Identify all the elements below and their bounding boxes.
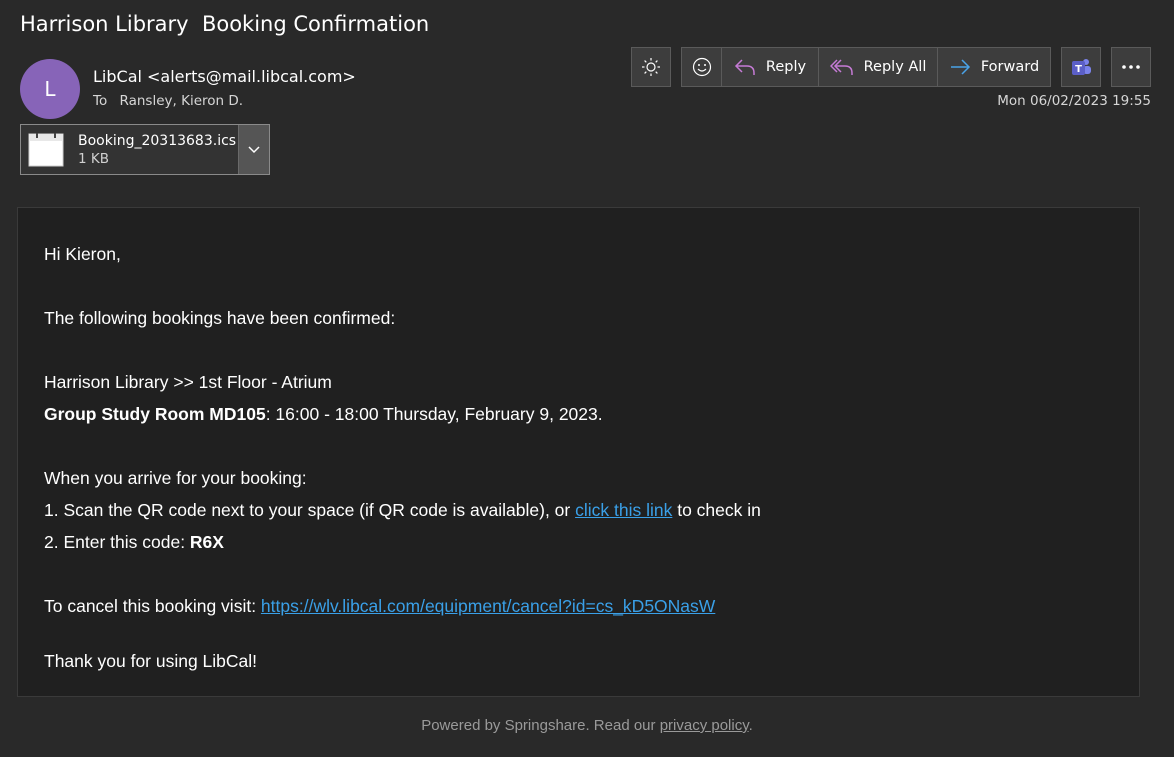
message-body: Hi Kieron, The following bookings have b… [17,207,1140,697]
forward-label: Forward [980,59,1040,75]
step-one: 1. Scan the QR code next to your space (… [44,500,761,521]
check-in-code: R6X [189,532,224,552]
greeting-text: Hi Kieron, [44,244,121,264]
avatar-initial: L [44,77,56,101]
forward-arrow-icon [950,59,970,75]
more-actions-button[interactable] [1111,47,1151,87]
thanks-text: Thank you for using LibCal! [44,651,258,671]
email-subject: Harrison Library Booking Confirmation [20,12,430,36]
step-two: 2. Enter this code: R6X [44,532,224,553]
chevron-down-icon [248,145,260,153]
respond-toolbar: Reply Reply All Forward [681,47,1051,87]
cancel-text: To cancel this booking visit: [44,596,261,616]
reply-all-icon [829,59,853,75]
theme-toggle-button[interactable] [631,47,671,87]
booking-time: : 16:00 - 18:00 Thursday, February 9, 20… [265,404,603,424]
recipient-line: To Ransley, Kieron D. [93,93,243,109]
cancel-line: To cancel this booking visit: https://wl… [44,596,715,617]
step-one-text: 1. Scan the QR code next to your space (… [44,500,576,520]
booking-details: Group Study Room MD105: 16:00 - 18:00 Th… [44,404,603,425]
footer-end: . [748,717,753,734]
reply-all-button[interactable]: Reply All [819,48,938,86]
sender-name[interactable]: LibCal <alerts@mail.libcal.com> [93,67,356,86]
teams-button[interactable]: T [1061,47,1101,87]
room-name: Group Study Room MD105 [44,404,266,424]
attachment-name: Booking_20313683.ics [78,132,237,149]
attachment-card[interactable]: Booking_20313683.ics 1 KB [20,124,270,175]
reply-all-label: Reply All [863,59,927,75]
attachment-size: 1 KB [78,150,109,167]
message-header: Harrison Library Booking Confirmation L … [0,0,1174,185]
more-options-icon [1122,65,1140,69]
step-two-text: 2. Enter this code: [44,532,190,552]
recipient-name[interactable]: Ransley, Kieron D. [120,93,244,109]
attachment-menu-button[interactable] [238,125,269,174]
intro-text: The following bookings have been confirm… [44,308,396,328]
privacy-policy-link[interactable]: privacy policy [660,717,749,734]
cancel-link[interactable]: https://wlv.libcal.com/equipment/cancel?… [261,596,715,616]
sent-date: Mon 06/02/2023 19:55 [997,93,1151,109]
forward-button[interactable]: Forward [938,48,1050,86]
reply-label: Reply [765,59,807,75]
smiley-icon [692,57,711,77]
teams-icon: T [1072,59,1091,75]
reply-icon [734,59,755,75]
sender-avatar[interactable]: L [20,59,80,119]
attachment-open[interactable]: Booking_20313683.ics 1 KB [21,125,238,174]
location-text: Harrison Library >> 1st Floor - Atrium [44,372,332,392]
arrive-heading: When you arrive for your booking: [44,468,307,488]
email-footer: Powered by Springshare. Read our privacy… [0,717,1174,734]
sun-icon [642,58,660,76]
reply-button[interactable]: Reply [722,48,819,86]
check-in-link[interactable]: click this link [575,500,672,520]
footer-text: Powered by Springshare. Read our [421,717,660,734]
step-one-suffix: to check in [672,500,761,520]
svg-text:T: T [1075,64,1082,75]
calendar-file-icon [28,132,64,167]
to-label: To [93,93,108,109]
reaction-button[interactable] [682,48,722,86]
